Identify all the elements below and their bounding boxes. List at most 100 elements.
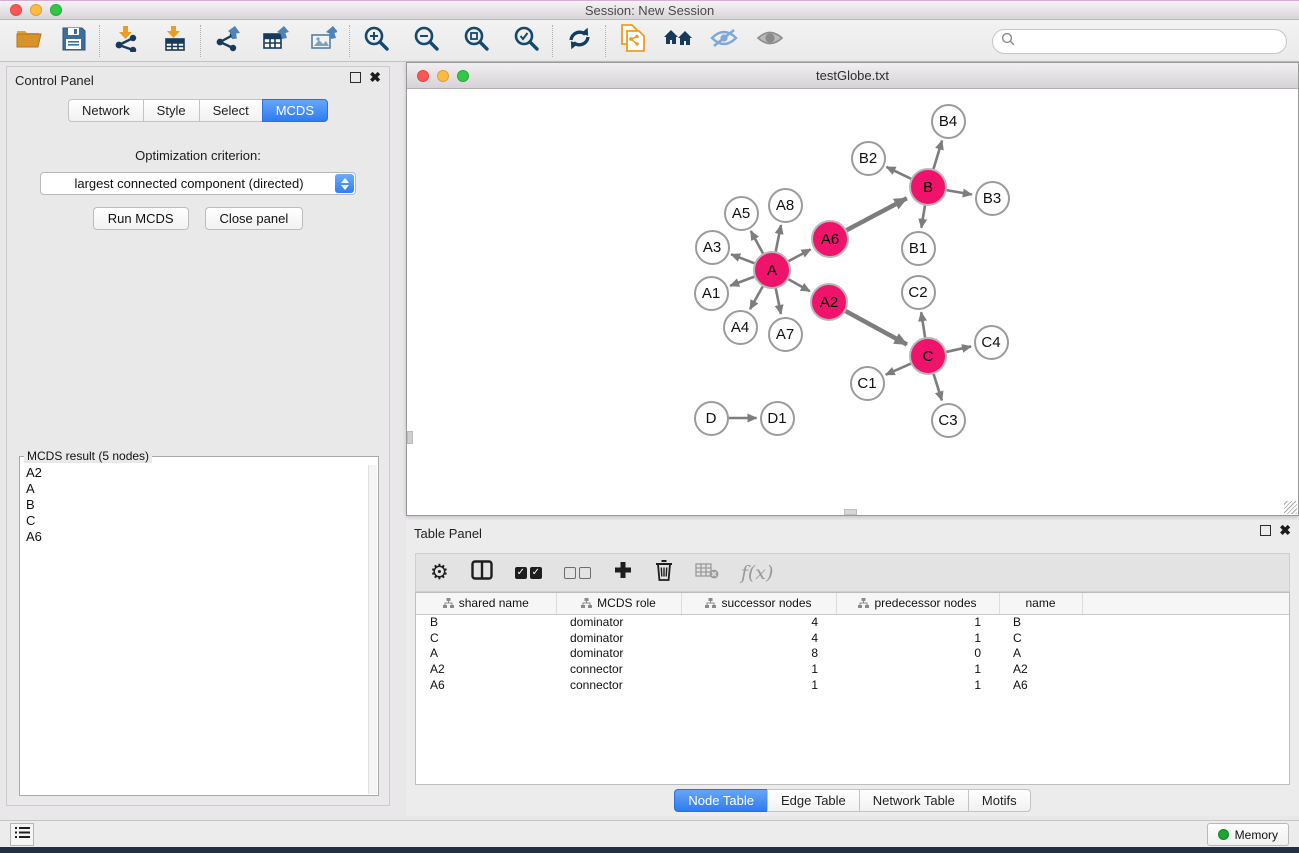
mcds-result-item[interactable]: A6 bbox=[21, 529, 368, 545]
column-header-shared-name[interactable]: shared name bbox=[416, 593, 556, 614]
graph-edge-A-A2[interactable] bbox=[787, 278, 810, 291]
graph-node-B3[interactable]: B3 bbox=[975, 181, 1010, 216]
graph-edge-A2-C[interactable] bbox=[844, 310, 907, 344]
zoom-out-button[interactable] bbox=[409, 24, 443, 58]
export-table-button[interactable] bbox=[258, 24, 292, 58]
tab-style[interactable]: Style bbox=[143, 99, 200, 122]
graph-node-D[interactable]: D bbox=[694, 401, 729, 436]
import-network-button[interactable] bbox=[109, 24, 143, 58]
graph-edge-C-C3[interactable] bbox=[933, 372, 942, 400]
network-window-titlebar[interactable]: testGlobe.txt bbox=[407, 63, 1298, 89]
tab-select[interactable]: Select bbox=[199, 99, 263, 122]
zoom-in-button[interactable] bbox=[359, 24, 393, 58]
hide-selected-button[interactable] bbox=[707, 24, 741, 58]
graph-edge-A-A8[interactable] bbox=[775, 225, 781, 253]
graph-node-C1[interactable]: C1 bbox=[850, 366, 885, 401]
tab-edge-table[interactable]: Edge Table bbox=[767, 789, 860, 812]
graph-node-C[interactable]: C bbox=[909, 337, 947, 375]
graph-edge-A-A5[interactable] bbox=[751, 231, 764, 255]
graph-edge-B-B1[interactable] bbox=[921, 204, 925, 228]
graph-node-C4[interactable]: C4 bbox=[974, 325, 1009, 360]
save-session-button[interactable] bbox=[56, 24, 90, 58]
table-row[interactable]: A2connector11A2 bbox=[416, 661, 1289, 677]
graph-node-C2[interactable]: C2 bbox=[901, 275, 936, 310]
graph-edge-A-A4[interactable] bbox=[750, 285, 764, 309]
table-row[interactable]: Adominator80A bbox=[416, 645, 1289, 661]
search-box[interactable] bbox=[992, 29, 1287, 54]
toggle-columns-button[interactable] bbox=[471, 560, 493, 585]
export-network-button[interactable] bbox=[210, 24, 244, 58]
graph-edge-A-A1[interactable] bbox=[730, 276, 756, 286]
search-input[interactable] bbox=[1020, 34, 1286, 49]
graph-edge-A6-B[interactable] bbox=[845, 198, 907, 231]
graph-edge-B-B3[interactable] bbox=[945, 190, 972, 195]
open-session-button[interactable] bbox=[12, 24, 46, 58]
float-table-panel-icon[interactable] bbox=[1260, 525, 1271, 536]
close-panel-button[interactable]: Close panel bbox=[205, 207, 304, 230]
column-header-name[interactable]: name bbox=[999, 593, 1082, 614]
delete-column-button[interactable] bbox=[655, 560, 673, 586]
graph-node-B4[interactable]: B4 bbox=[931, 104, 966, 139]
zoom-fit-button[interactable] bbox=[459, 24, 493, 58]
apply-layout-button[interactable] bbox=[562, 24, 596, 58]
graph-node-A5[interactable]: A5 bbox=[724, 196, 759, 231]
tab-network-table[interactable]: Network Table bbox=[859, 789, 969, 812]
column-header-MCDS-role[interactable]: MCDS role bbox=[556, 593, 681, 614]
graph-node-A[interactable]: A bbox=[753, 251, 791, 289]
graph-node-A6[interactable]: A6 bbox=[811, 220, 849, 258]
graph-edge-C-C4[interactable] bbox=[945, 346, 971, 352]
graph-edge-C-C2[interactable] bbox=[921, 312, 925, 339]
float-panel-icon[interactable] bbox=[350, 72, 361, 83]
graph-node-A2[interactable]: A2 bbox=[810, 283, 848, 321]
export-image-button[interactable] bbox=[306, 24, 340, 58]
graph-edge-A-A3[interactable] bbox=[731, 254, 756, 264]
tab-motifs[interactable]: Motifs bbox=[968, 789, 1031, 812]
tab-network[interactable]: Network bbox=[68, 99, 144, 122]
graph-node-B1[interactable]: B1 bbox=[901, 231, 936, 266]
graph-edge-A-A6[interactable] bbox=[787, 249, 811, 262]
table-row[interactable]: Bdominator41B bbox=[416, 614, 1289, 630]
mcds-list-scrollbar[interactable] bbox=[368, 465, 377, 794]
graph-node-C3[interactable]: C3 bbox=[931, 403, 966, 438]
graph-node-A4[interactable]: A4 bbox=[723, 310, 758, 345]
memory-button[interactable]: Memory bbox=[1207, 823, 1289, 846]
graph-edge-B-B4[interactable] bbox=[933, 141, 942, 171]
graph-node-A7[interactable]: A7 bbox=[768, 317, 803, 352]
graph-node-B[interactable]: B bbox=[909, 168, 947, 206]
canvas-horizontal-scroll-thumb[interactable] bbox=[844, 509, 857, 515]
close-panel-icon[interactable]: ✖ bbox=[369, 72, 381, 83]
mcds-result-item[interactable]: A2 bbox=[21, 465, 368, 481]
import-table-button[interactable] bbox=[157, 24, 191, 58]
run-mcds-button[interactable]: Run MCDS bbox=[93, 207, 189, 230]
graph-edge-B-B2[interactable] bbox=[886, 167, 912, 180]
graph-node-B2[interactable]: B2 bbox=[851, 141, 886, 176]
add-column-button[interactable] bbox=[613, 560, 633, 585]
tab-mcds[interactable]: MCDS bbox=[262, 99, 328, 122]
graph-node-A3[interactable]: A3 bbox=[695, 230, 730, 265]
column-header-successor-nodes[interactable]: successor nodes bbox=[681, 593, 836, 614]
mcds-result-item[interactable]: B bbox=[21, 497, 368, 513]
graph-node-D1[interactable]: D1 bbox=[760, 401, 795, 436]
new-network-document-button[interactable] bbox=[615, 24, 649, 58]
mcds-result-item[interactable]: C bbox=[21, 513, 368, 529]
table-row[interactable]: Cdominator41C bbox=[416, 630, 1289, 646]
network-canvas[interactable]: B4 B2 B B3 A8 A5 A6 A3 B1 A A1 C2 A2 A4 A7 C4 C C1 C3 D D1 bbox=[407, 89, 1298, 515]
canvas-vertical-scroll-thumb[interactable] bbox=[407, 431, 413, 444]
column-header-predecessor-nodes[interactable]: predecessor nodes bbox=[836, 593, 999, 614]
graph-edge-A-A7[interactable] bbox=[775, 287, 781, 314]
deselect-all-button[interactable] bbox=[564, 567, 591, 579]
mcds-result-list[interactable]: A2ABCA6 bbox=[21, 465, 368, 794]
graph-node-A1[interactable]: A1 bbox=[694, 276, 729, 311]
mcds-result-item[interactable]: A bbox=[21, 481, 368, 497]
select-all-button[interactable]: ✓✓ bbox=[515, 567, 542, 579]
graph-edge-C-C1[interactable] bbox=[886, 363, 913, 375]
close-table-panel-icon[interactable]: ✖ bbox=[1279, 525, 1291, 536]
graph-node-A8[interactable]: A8 bbox=[768, 188, 803, 223]
show-log-button[interactable] bbox=[10, 823, 34, 846]
first-neighbors-button[interactable] bbox=[661, 24, 695, 58]
window-resize-grip[interactable] bbox=[1284, 501, 1297, 514]
table-settings-button[interactable]: ⚙ bbox=[430, 563, 449, 583]
zoom-selected-button[interactable] bbox=[509, 24, 543, 58]
table-row[interactable]: A6connector11A6 bbox=[416, 677, 1289, 693]
optimization-criterion-select[interactable]: largest connected component (directed) bbox=[40, 172, 356, 195]
